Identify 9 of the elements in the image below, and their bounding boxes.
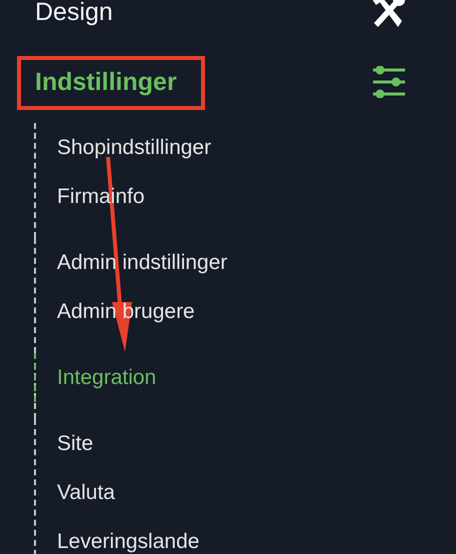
submenu-item[interactable]: Leveringslande [57, 530, 200, 554]
menu-item[interactable]: Design [35, 0, 113, 26]
submenu-item[interactable]: Site [57, 432, 94, 456]
sliders-icon [372, 66, 406, 98]
submenu-item[interactable]: Valuta [57, 480, 115, 504]
submenu-item[interactable]: Shopindstillinger [57, 136, 212, 160]
tools-icon [370, 0, 406, 29]
menu-item[interactable]: Indstillinger [35, 68, 177, 96]
submenu-item[interactable]: Integration [57, 366, 156, 390]
